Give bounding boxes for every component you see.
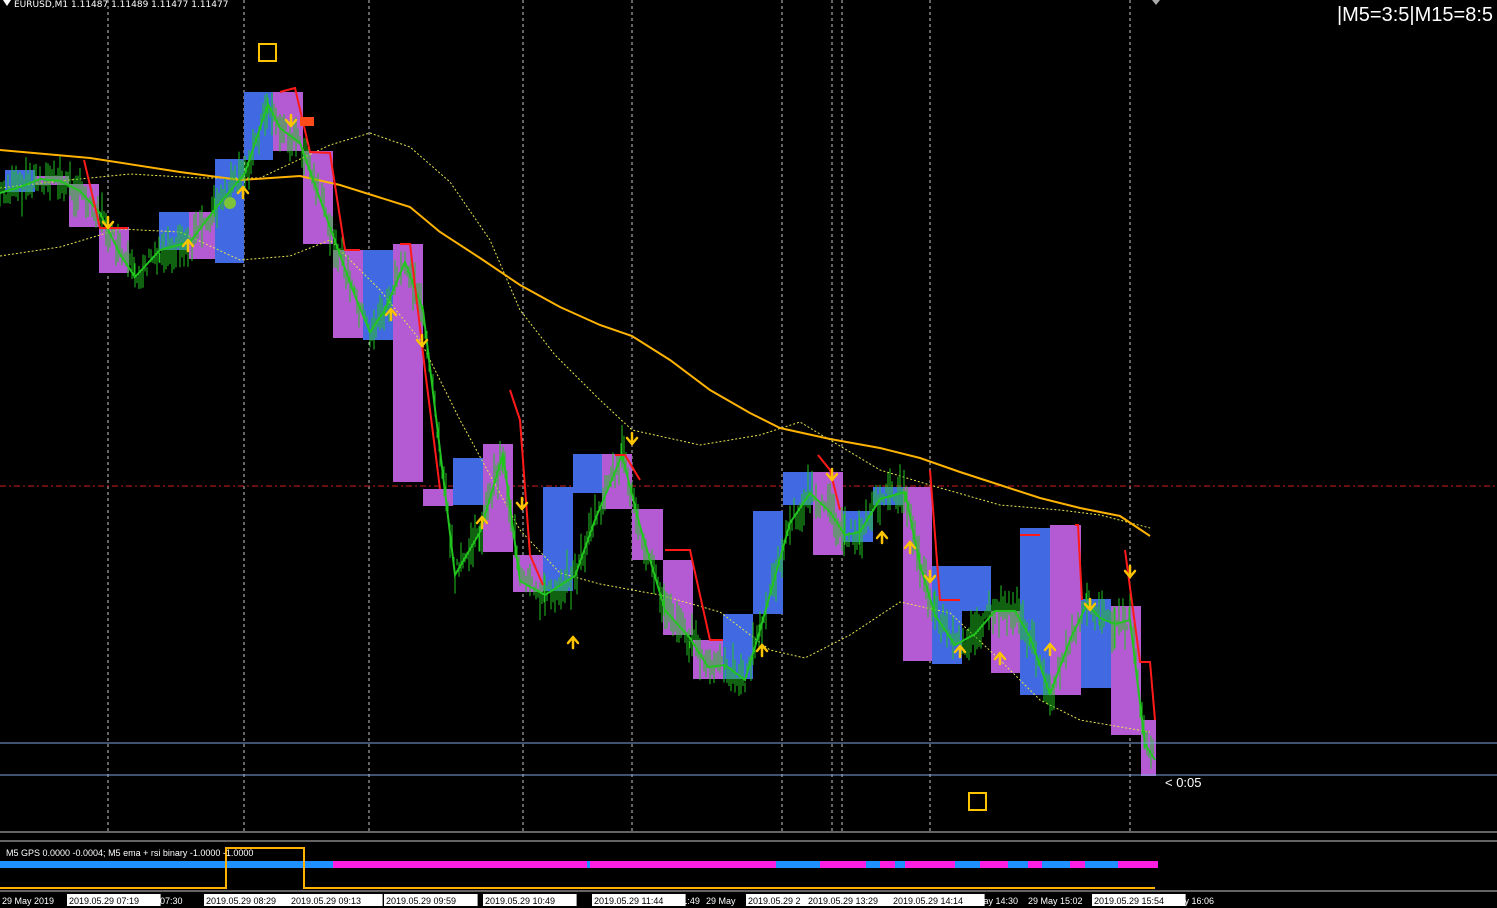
time-axis-label: May 16:06 [1172, 896, 1214, 906]
time-axis-label: 2019.05.29 09:59 [384, 894, 478, 906]
symbol-label: EURUSD,M1 [14, 0, 69, 10]
signal-bar-segment [895, 861, 905, 868]
time-axis-label: May 14:30 [976, 896, 1018, 906]
signal-bar-segment [776, 861, 820, 868]
sell-flag-icon [300, 117, 314, 126]
low-marker-icon [968, 792, 987, 811]
time-axis-label: 29 May 2019 [2, 896, 54, 906]
timeframe-counter: |M5=3:5|M15=8:5 [1336, 4, 1493, 26]
candle-box [215, 159, 244, 263]
svg-text:2019.05.29 10:49: 2019.05.29 10:49 [485, 896, 555, 906]
candle-box [453, 458, 483, 505]
signal-bar-segment [1028, 861, 1042, 868]
svg-text:11:49: 11:49 [678, 896, 700, 906]
price-ticks [0, 92, 1154, 769]
candle-box [1020, 528, 1050, 695]
svg-text:2019.05.29 09:59: 2019.05.29 09:59 [386, 896, 456, 906]
svg-text:2019.05.29 09:13: 2019.05.29 09:13 [291, 896, 361, 906]
candle-box [543, 487, 573, 591]
svg-text:29 May 15:02: 29 May 15:02 [1028, 896, 1083, 906]
time-axis-label: 2019.05.29 11:44 [592, 894, 686, 906]
signal-bar-segment [1085, 861, 1118, 868]
svg-text:2019.05.29 11:44: 2019.05.29 11:44 [594, 896, 663, 906]
time-axis-label: 11:49 [678, 896, 700, 906]
signal-bar-segment [1118, 861, 1158, 868]
up-arrow-icon [875, 530, 889, 545]
buy-dot-icon [224, 197, 236, 209]
time-axis-label: 2019.05.29 09:13 [289, 894, 383, 906]
up-arrow-icon [566, 635, 580, 650]
signal-bar-segment [400, 861, 587, 868]
time-axis-label: 2019.05.29 08:29 [204, 894, 298, 906]
time-axis-label: 2019.05.29 13:29 [806, 894, 900, 906]
svg-text:2019.05.29 08:29: 2019.05.29 08:29 [206, 896, 276, 906]
svg-text:2019.05.29 07:19: 2019.05.29 07:19 [69, 896, 139, 906]
signal-bar-segment [980, 861, 1008, 868]
signal-bar-segment [820, 861, 866, 868]
signal-bar-segment [333, 861, 400, 868]
time-axis-label: 29 May [706, 896, 736, 906]
candle-box [573, 454, 602, 493]
svg-text:2019.05.29 13:29: 2019.05.29 13:29 [808, 896, 878, 906]
signal-bar-segment [1070, 861, 1085, 868]
ohlc-prices: 1.11487 1.11489 1.11477 1.11477 [71, 0, 229, 10]
svg-text:May 14:30: May 14:30 [976, 896, 1018, 906]
candle-box [1050, 525, 1081, 695]
candle-timer: < 0:05 [1165, 775, 1202, 790]
time-axis-label: 2019.05.29 14:14 [891, 894, 985, 906]
signal-bar-segment [590, 861, 776, 868]
svg-text:ay 07:30: ay 07:30 [148, 896, 183, 906]
signal-bar-segment [1008, 861, 1028, 868]
svg-text:29 May: 29 May [706, 896, 736, 906]
signal-bar-segment [1042, 861, 1070, 868]
signal-bar-segment [587, 861, 590, 868]
chart-shift-icon[interactable] [1152, 0, 1160, 5]
time-axis-label: ay 07:30 [148, 896, 183, 906]
main-price-chart[interactable] [0, 0, 1497, 833]
chart-title: EURUSD,M1 1.11487 1.11489 1.11477 1.1147… [3, 0, 228, 10]
signal-bar-segment [955, 861, 980, 868]
high-marker-icon [258, 43, 277, 62]
indicator-label: M5 GPS 0.0000 -0.0004; M5 ema + rsi bina… [6, 848, 254, 858]
down-arrow-icon [625, 431, 639, 446]
svg-text:2019.05.29 14:14: 2019.05.29 14:14 [893, 896, 963, 906]
time-axis-label: 29 May 15:02 [1028, 896, 1083, 906]
svg-text:29 May 2019: 29 May 2019 [2, 896, 54, 906]
signal-bar-segment [905, 861, 955, 868]
binary-signal-bar [0, 861, 1158, 868]
time-axis: 29 May 2019 2019.05.29 07:19 ay 07:30 2019.… [2, 894, 1214, 906]
signal-bar-segment [880, 861, 895, 868]
svg-text:May 16:06: May 16:06 [1172, 896, 1214, 906]
svg-text:2019.05.29 15:54: 2019.05.29 15:54 [1094, 896, 1164, 906]
svg-text:2019.05.29 2: 2019.05.29 2 [748, 896, 801, 906]
dropdown-triangle-icon [3, 0, 11, 6]
time-axis-label: 2019.05.29 07:19 [67, 894, 161, 906]
candle-boxes [5, 92, 1156, 776]
candle-box [962, 566, 991, 611]
price-line [0, 101, 1156, 761]
time-axis-label: 2019.05.29 10:49 [483, 894, 577, 906]
signal-bar-segment [0, 861, 333, 868]
signal-bar-segment [866, 861, 880, 868]
